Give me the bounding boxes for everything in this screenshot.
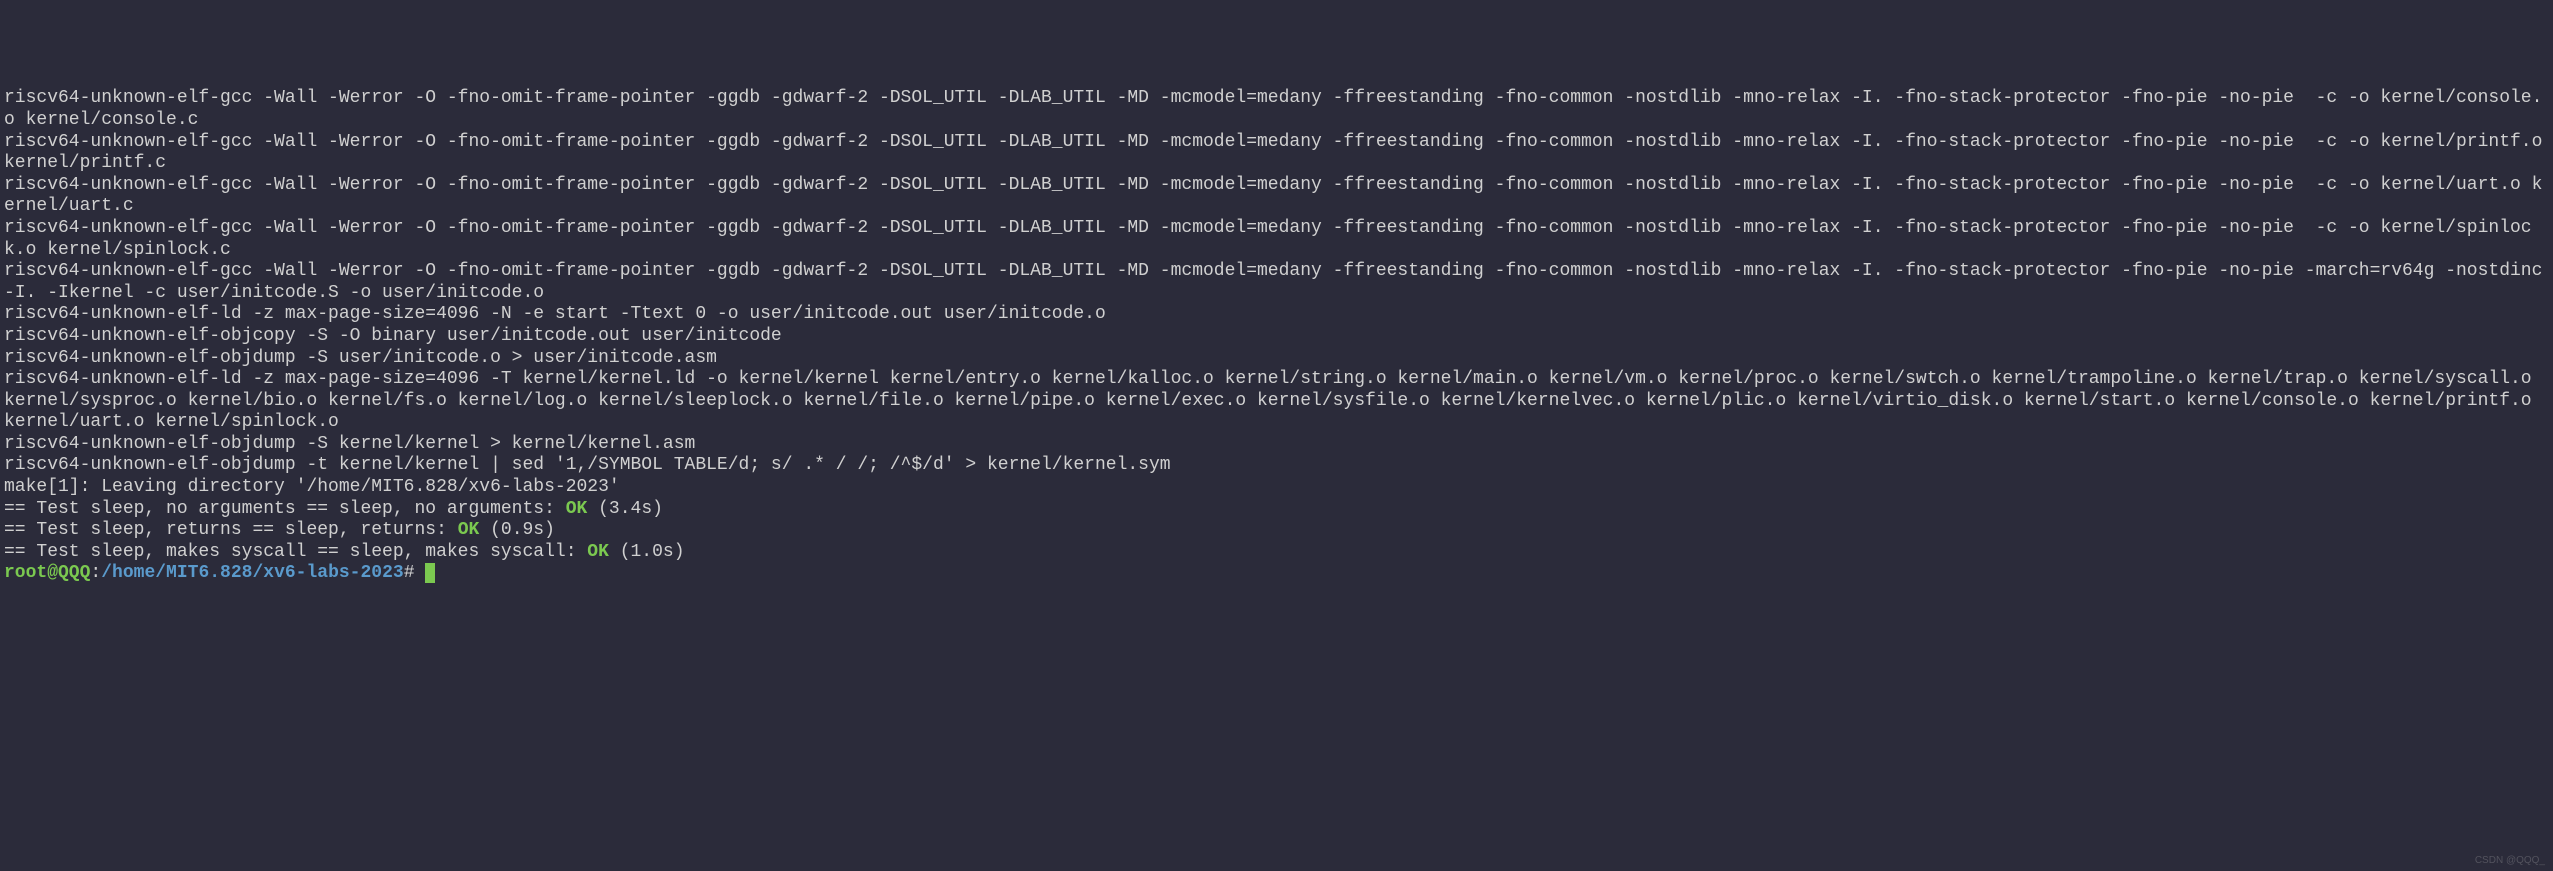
output-line: riscv64-unknown-elf-gcc -Wall -Werror -O… (4, 175, 2549, 218)
test-suffix: (0.9s) (479, 520, 555, 540)
test-status-ok: OK (566, 499, 588, 519)
output-line: riscv64-unknown-elf-gcc -Wall -Werror -O… (4, 261, 2549, 304)
output-line: riscv64-unknown-elf-gcc -Wall -Werror -O… (4, 132, 2549, 175)
test-status-ok: OK (458, 520, 480, 540)
test-status-ok: OK (587, 542, 609, 562)
test-result-line: == Test sleep, no arguments == sleep, no… (4, 499, 2549, 521)
cursor-icon (425, 563, 435, 583)
test-prefix: == Test sleep, returns == sleep, returns… (4, 520, 458, 540)
output-line: riscv64-unknown-elf-objdump -S user/init… (4, 348, 2549, 370)
prompt-colon: : (90, 563, 101, 583)
prompt-path: /home/MIT6.828/xv6-labs-2023 (101, 563, 403, 583)
output-line: riscv64-unknown-elf-objdump -t kernel/ke… (4, 455, 2549, 477)
prompt-line[interactable]: root@QQQ:/home/MIT6.828/xv6-labs-2023# (4, 563, 2549, 585)
watermark: CSDN @QQQ_ (2475, 855, 2545, 867)
test-suffix: (3.4s) (587, 499, 663, 519)
test-result-line: == Test sleep, returns == sleep, returns… (4, 520, 2549, 542)
output-line: make[1]: Leaving directory '/home/MIT6.8… (4, 477, 2549, 499)
test-prefix: == Test sleep, no arguments == sleep, no… (4, 499, 566, 519)
output-line: riscv64-unknown-elf-ld -z max-page-size=… (4, 369, 2549, 434)
prompt-user-host: root@QQQ (4, 563, 90, 583)
output-line: riscv64-unknown-elf-objcopy -S -O binary… (4, 326, 2549, 348)
terminal-output[interactable]: riscv64-unknown-elf-gcc -Wall -Werror -O… (4, 88, 2549, 585)
output-line: riscv64-unknown-elf-gcc -Wall -Werror -O… (4, 88, 2549, 131)
test-suffix: (1.0s) (609, 542, 685, 562)
output-line: riscv64-unknown-elf-objdump -S kernel/ke… (4, 434, 2549, 456)
test-result-line: == Test sleep, makes syscall == sleep, m… (4, 542, 2549, 564)
output-line: riscv64-unknown-elf-ld -z max-page-size=… (4, 304, 2549, 326)
output-line: riscv64-unknown-elf-gcc -Wall -Werror -O… (4, 218, 2549, 261)
test-prefix: == Test sleep, makes syscall == sleep, m… (4, 542, 587, 562)
prompt-symbol: # (404, 563, 415, 583)
